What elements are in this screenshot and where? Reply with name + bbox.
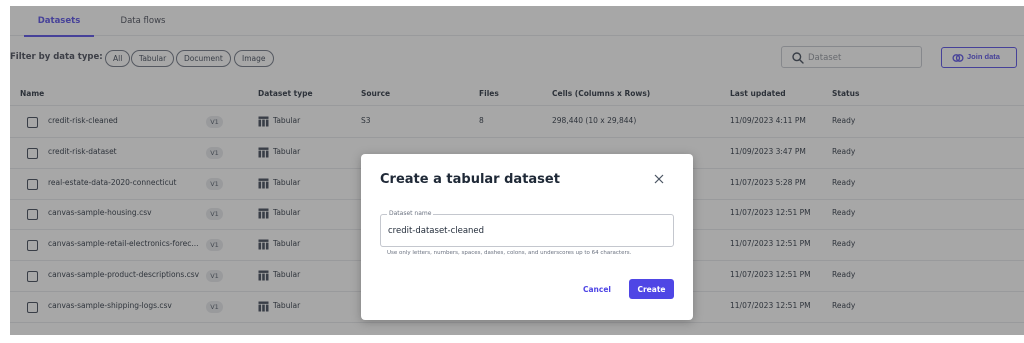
dialog-title: Create a tabular dataset <box>380 172 560 187</box>
close-icon[interactable] <box>652 172 666 186</box>
dataset-name-input[interactable] <box>388 223 666 239</box>
create-button[interactable]: Create <box>629 279 674 299</box>
dataset-name-help: Use only letters, numbers, spaces, dashe… <box>387 250 632 256</box>
dataset-name-label: Dataset name <box>387 210 434 217</box>
create-dataset-dialog: Create a tabular dataset Dataset name Us… <box>361 154 693 320</box>
dataset-name-field[interactable]: Dataset name <box>380 210 674 247</box>
cancel-button[interactable]: Cancel <box>572 279 622 299</box>
